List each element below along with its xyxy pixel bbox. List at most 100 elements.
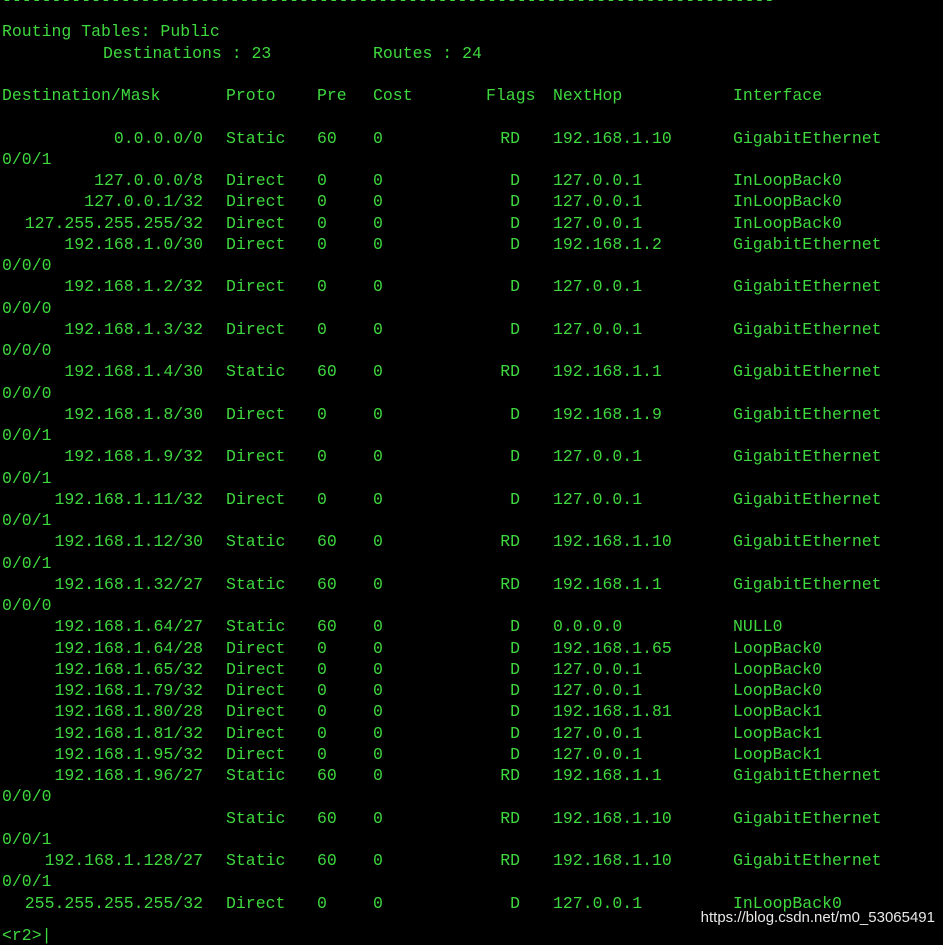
route-proto: Direct: [226, 744, 286, 764]
route-interface: GigabitEthernet: [733, 851, 882, 870]
route-cost: 0: [373, 681, 383, 700]
route-nexthop: 0.0.0.0: [553, 617, 623, 637]
route-interface: LoopBack0: [733, 681, 823, 700]
table-row: 0.0.0.0/0 Static 60 0 RD 192.168.1.10 GigabitE…: [0, 128, 943, 149]
route-proto: Direct: [226, 638, 286, 658]
table-row: 192.168.1.64/28 Direct 0 0 D 192.168.1.65 Loop…: [0, 638, 943, 659]
table-row: 192.168.1.9/32 Direct 0 0 D 127.0.0.1 GigabitE…: [0, 446, 943, 467]
route-flags: D: [510, 723, 520, 743]
route-nexthop: 192.168.1.1: [553, 362, 662, 382]
route-nexthop: 127.0.0.1: [553, 192, 643, 212]
table-row: 192.168.1.64/27 Static 60 0 D 0.0.0.0 NULL0: [0, 616, 943, 637]
route-cost: 0: [373, 766, 383, 785]
route-preference: 60: [317, 128, 337, 148]
route-nexthop: 127.0.0.1: [553, 744, 643, 764]
route-flags: D: [510, 681, 520, 700]
route-destination: 192.168.1.79/32: [54, 681, 203, 700]
route-cost: 0: [373, 213, 383, 233]
route-nexthop: 192.168.1.10: [553, 128, 672, 148]
route-destination: 127.0.0.0/8: [94, 171, 203, 190]
route-proto: Static: [226, 362, 286, 382]
route-flags: D: [510, 234, 520, 254]
route-cost: 0: [373, 574, 383, 594]
route-interface: InLoopBack0: [733, 192, 842, 212]
route-proto: Static: [226, 128, 286, 148]
route-flags: D: [510, 702, 520, 722]
routes-count: Routes : 24: [373, 43, 482, 63]
route-destination: 192.168.1.3/32: [64, 319, 203, 339]
route-proto: Static: [226, 766, 286, 785]
route-flags: D: [510, 171, 520, 190]
route-destination: 255.255.255.255/32: [24, 893, 203, 913]
route-preference: 0: [317, 638, 327, 658]
route-proto: Static: [226, 574, 286, 594]
route-destination: 0.0.0.0/0: [113, 128, 203, 148]
route-proto: Direct: [226, 171, 286, 190]
route-nexthop: 127.0.0.1: [553, 681, 643, 700]
header-flags: Flags: [486, 86, 536, 105]
route-nexthop: 127.0.0.1: [553, 489, 643, 509]
text-cursor: |: [41, 926, 52, 945]
route-destination: 192.168.1.12/30: [54, 532, 203, 552]
table-row: 192.168.1.81/32 Direct 0 0 D 127.0.0.1 LoopBac…: [0, 723, 943, 744]
route-preference: 0: [317, 234, 327, 254]
route-flags: D: [510, 192, 520, 212]
table-row-continuation: 0/0/1: [0, 149, 943, 170]
command-prompt[interactable]: <r2>|: [2, 926, 52, 945]
terminal-window[interactable]: ----------------------------------------…: [0, 0, 943, 940]
route-destination: 192.168.1.8/30: [64, 404, 203, 424]
table-row: 127.255.255.255/32 Direct 0 0 D 127.0.0.1 InLo…: [0, 213, 943, 234]
route-interface: GigabitEthernet: [733, 319, 882, 339]
route-nexthop: 192.168.1.1: [553, 766, 662, 785]
table-row-continuation: 0/0/0: [0, 255, 943, 276]
route-cost: 0: [373, 319, 383, 339]
route-interface: GigabitEthernet: [733, 808, 882, 828]
route-nexthop: 127.0.0.1: [553, 171, 643, 190]
route-destination: 192.168.1.9/32: [64, 447, 203, 467]
route-interface: LoopBack1: [733, 702, 823, 722]
route-destination: 192.168.1.2/32: [64, 277, 203, 297]
route-nexthop: 192.168.1.81: [553, 702, 672, 722]
route-interface-continuation: 0/0/1: [2, 511, 52, 530]
route-preference: 0: [317, 702, 327, 722]
route-interface: GigabitEthernet: [733, 277, 882, 297]
route-preference: 0: [317, 659, 327, 679]
route-nexthop: 127.0.0.1: [553, 447, 643, 467]
route-preference: 0: [317, 171, 327, 190]
route-proto: Direct: [226, 659, 286, 679]
table-row: 192.168.1.0/30 Direct 0 0 D 192.168.1.2 Gigabi…: [0, 234, 943, 255]
route-flags: D: [510, 617, 520, 637]
table-row: 192.168.1.12/30 Static 60 0 RD 192.168.1.10 Gi…: [0, 531, 943, 552]
route-cost: 0: [373, 851, 383, 870]
route-interface: InLoopBack0: [733, 213, 842, 233]
route-cost: 0: [373, 638, 383, 658]
route-preference: 60: [317, 362, 337, 382]
route-destination: 192.168.1.32/27: [54, 574, 203, 594]
route-nexthop: 192.168.1.10: [553, 851, 672, 870]
table-row-continuation: 0/0/0: [0, 383, 943, 404]
route-interface-continuation: 0/0/1: [2, 468, 52, 488]
route-preference: 60: [317, 766, 337, 785]
route-flags: D: [510, 893, 520, 913]
route-interface-continuation: 0/0/1: [2, 553, 52, 573]
route-nexthop: 192.168.1.65: [553, 638, 672, 658]
route-flags: RD: [500, 808, 520, 828]
route-interface: GigabitEthernet: [733, 447, 882, 467]
table-row-continuation: 0/0/0: [0, 298, 943, 319]
route-interface: LoopBack0: [733, 659, 823, 679]
route-interface: GigabitEthernet: [733, 532, 882, 552]
route-preference: 0: [317, 213, 327, 233]
table-row: 192.168.1.95/32 Direct 0 0 D 127.0.0.1 LoopBac…: [0, 744, 943, 765]
route-cost: 0: [373, 893, 383, 913]
header-destination: Destination/Mask: [2, 86, 161, 105]
route-flags: D: [510, 277, 520, 297]
route-proto: Static: [226, 808, 286, 828]
table-row: 127.0.0.0/8 Direct 0 0 D 127.0.0.1 InLoopBack0: [0, 170, 943, 191]
route-cost: 0: [373, 659, 383, 679]
header-nexthop: NextHop: [553, 86, 623, 105]
header-interface: Interface: [733, 86, 823, 105]
route-destination: 127.255.255.255/32: [24, 213, 203, 233]
prompt-text: <r2>: [2, 926, 42, 945]
table-row-continuation: 0/0/1: [0, 468, 943, 489]
